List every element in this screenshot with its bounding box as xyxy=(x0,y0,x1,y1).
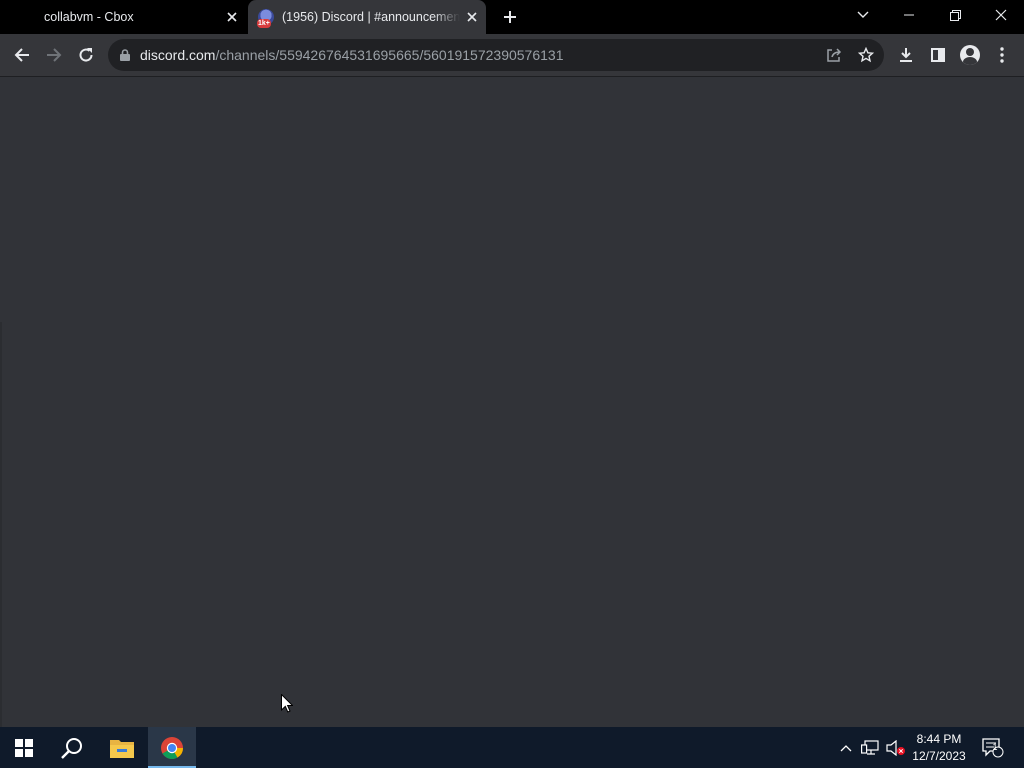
chrome-taskbar-icon[interactable] xyxy=(148,727,196,768)
discord-favicon-icon: 1k+ xyxy=(257,9,274,28)
profile-icon xyxy=(960,45,980,65)
windows-taskbar: 8:44 PM 12/7/2023 1 xyxy=(0,727,1024,768)
notifications-icon[interactable]: 1 xyxy=(978,727,1008,768)
back-button[interactable] xyxy=(8,41,36,69)
clock-date: 12/7/2023 xyxy=(912,748,966,763)
browser-toolbar: discord.com/channels/559426764531695665/… xyxy=(0,34,1024,76)
minimize-button[interactable] xyxy=(886,0,932,30)
address-bar[interactable]: discord.com/channels/559426764531695665/… xyxy=(108,39,884,71)
tab-title: (1956) Discord | #announcements xyxy=(282,10,460,24)
mouse-cursor-icon xyxy=(281,693,294,718)
tab-discord[interactable]: 1k+ (1956) Discord | #announcements xyxy=(248,0,486,34)
tab-strip: collabvm - Cbox 1k+ (1956) Discord | #an… xyxy=(0,0,1024,34)
reload-button[interactable] xyxy=(72,41,100,69)
tab-close-icon[interactable] xyxy=(460,5,484,29)
tab-collabvm[interactable]: collabvm - Cbox xyxy=(0,0,246,34)
volume-muted-icon[interactable] xyxy=(884,727,908,768)
url-domain: discord.com xyxy=(140,47,216,63)
system-clock[interactable]: 8:44 PM 12/7/2023 xyxy=(906,727,972,768)
side-panel-icon[interactable] xyxy=(924,41,952,69)
share-icon[interactable] xyxy=(822,43,846,67)
show-hidden-icons-icon[interactable] xyxy=(836,727,856,768)
bookmark-star-icon[interactable] xyxy=(854,43,878,67)
notification-count: 1 xyxy=(992,742,998,752)
discord-page-loading xyxy=(0,76,1024,728)
tab-search-button[interactable] xyxy=(840,0,886,30)
new-tab-button[interactable] xyxy=(498,5,522,29)
tab-close-icon[interactable] xyxy=(220,5,244,29)
page-left-edge xyxy=(0,322,2,728)
url-text: discord.com/channels/559426764531695665/… xyxy=(140,47,563,63)
forward-button[interactable] xyxy=(40,41,68,69)
file-explorer-icon[interactable] xyxy=(98,727,146,768)
restore-button[interactable] xyxy=(932,0,978,30)
network-icon[interactable] xyxy=(858,727,882,768)
menu-kebab-icon[interactable] xyxy=(988,41,1016,69)
lock-icon[interactable] xyxy=(120,49,130,61)
url-path: /channels/559426764531695665/56019157239… xyxy=(215,47,564,63)
favicon-badge: 1k+ xyxy=(257,19,271,28)
search-icon[interactable] xyxy=(48,727,96,768)
clock-time: 8:44 PM xyxy=(916,731,962,746)
close-window-button[interactable] xyxy=(978,0,1024,30)
downloads-icon[interactable] xyxy=(892,41,920,69)
tab-title: collabvm - Cbox xyxy=(44,10,134,24)
start-button[interactable] xyxy=(0,727,48,768)
profile-avatar[interactable] xyxy=(956,41,984,69)
browser-window: collabvm - Cbox 1k+ (1956) Discord | #an… xyxy=(0,0,1024,728)
